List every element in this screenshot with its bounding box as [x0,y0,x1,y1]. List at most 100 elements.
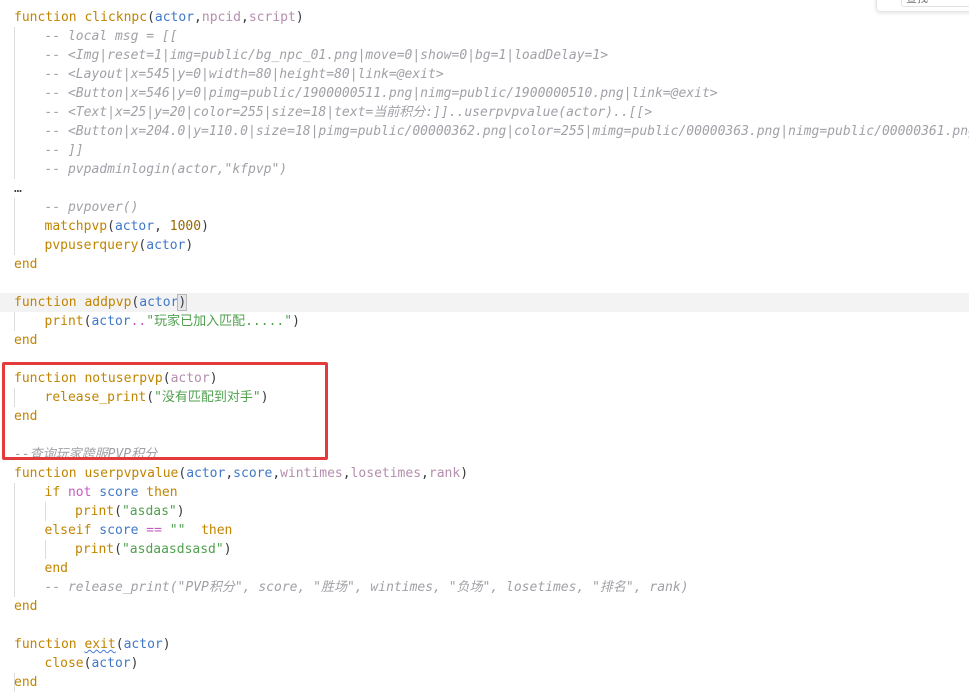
indent-guide [14,483,15,502]
code-line[interactable]: … [0,179,969,198]
token-text: , [194,10,202,25]
code-line[interactable]: matchpvp(actor, 1000) [0,217,969,236]
code-line[interactable]: end [0,597,969,616]
code-line[interactable]: function notuserpvp(actor) [0,369,969,388]
code-line[interactable]: -- ]] [0,141,969,160]
token-keyword: end [14,257,38,272]
token-function-name: release_print [44,390,147,405]
code-line[interactable]: end [0,673,969,692]
code-line[interactable]: -- local msg = [[ [0,27,969,46]
code-text: -- <Text|x=25|y=20|color=255|size=18|tex… [45,103,653,122]
code-text: -- ]] [45,141,84,160]
code-line[interactable]: release_print("没有匹配到对手") [0,388,969,407]
indent-guide [14,65,15,84]
code-line[interactable]: if not score then [0,483,969,502]
token-comment: -- <Button|x=204.0|y=110.0|size=18|pimg=… [44,124,969,139]
code-line[interactable]: pvpuserquery(actor) [0,236,969,255]
token-identifier: actor [154,10,195,25]
token-keyword: elseif [44,523,100,538]
code-line[interactable]: close(actor) [0,654,969,673]
token-text: ( [147,10,155,25]
indent-guide [14,540,15,559]
token-string: "没有匹配到对手" [154,390,261,405]
code-text: pvpuserquery(actor) [45,236,194,255]
token-identifier: actor [91,656,131,671]
code-line[interactable]: print("asdas") [0,502,969,521]
code-line[interactable]: elseif score == "" then [0,521,969,540]
token-param: script [248,10,296,25]
code-text: end [14,255,37,274]
token-string: "" [169,523,186,538]
indent-guide [14,46,15,65]
code-line[interactable]: function exit(actor) [0,635,969,654]
code-line[interactable]: -- <Layout|x=545|y=0|width=80|height=80|… [0,65,969,84]
code-line[interactable] [0,426,969,445]
code-text: print("asdas") [75,502,185,521]
token-param: losetimes [350,466,422,481]
token-function-name: clicknpc [84,10,148,25]
code-text: end [14,597,37,616]
code-line[interactable] [0,274,969,293]
token-function-name: pvpuserquery [44,238,139,253]
token-text: ) [209,371,218,386]
search-input[interactable] [901,0,969,7]
code-line[interactable]: -- <Button|x=204.0|y=110.0|size=18|pimg=… [0,122,969,141]
code-line[interactable]: -- pvpover() [0,198,969,217]
indent-guide [14,559,15,578]
code-line[interactable]: end [0,407,969,426]
code-text: --查询玩家跨服PVP积分 [14,445,157,464]
code-line[interactable]: end [0,255,969,274]
token-keyword: function [14,295,85,310]
code-line[interactable] [0,350,969,369]
code-text: print(actor.."玩家已加入匹配.....") [45,312,300,331]
token-function-name: userpvpvalue [84,466,179,481]
token-function-name: print [75,542,115,557]
indent-guide [14,236,15,255]
code-line[interactable]: --查询玩家跨服PVP积分 [0,445,969,464]
token-function-name: matchpvp [44,219,108,234]
token-text: , [241,10,249,25]
code-text: function exit(actor) [14,635,171,654]
token-text: ) [201,219,209,234]
code-line[interactable]: -- pvpadminlogin(actor,"kfpvp") [0,160,969,179]
token-identifier: actor [123,637,163,652]
token-identifier: actor [146,238,186,253]
code-line[interactable]: print("asdaasdsasd") [0,540,969,559]
token-text: , [421,466,429,481]
token-text: ) [292,314,300,329]
code-line[interactable]: -- <Img|reset=1|img=public/bg_npc_01.png… [0,46,969,65]
token-text: ) [130,656,139,671]
code-line[interactable]: -- release_print("PVP积分", score, "胜场", w… [0,578,969,597]
find-widget[interactable] [876,0,969,12]
token-text: , [225,466,234,481]
indent-guide [14,521,15,540]
token-function-name: addpvp [84,295,132,310]
code-text: elseif score == "" then [45,521,233,540]
code-text: end [14,407,37,426]
code-line[interactable]: function userpvpvalue(actor,score,wintim… [0,464,969,483]
indent-guide [14,160,15,179]
code-line[interactable]: -- <Text|x=25|y=20|color=255|size=18|tex… [0,103,969,122]
token-text: ) [162,637,171,652]
indent-guide [14,122,15,141]
token-operator: not [67,485,100,500]
code-line[interactable]: end [0,331,969,350]
code-text: -- <Button|x=204.0|y=110.0|size=18|pimg=… [45,122,969,141]
code-text: -- local msg = [[ [45,27,178,46]
token-text: , [272,466,281,481]
token-keyword: function [14,10,85,25]
indent-guide [14,388,15,407]
code-line[interactable]: function addpvp(actor) [0,293,969,312]
code-line[interactable] [0,616,969,635]
code-text: -- <Layout|x=545|y=0|width=80|height=80|… [45,65,444,84]
token-keyword: end [14,409,38,424]
code-line[interactable]: -- <Button|x=546|y=0|pimg=public/1900000… [0,84,969,103]
code-line[interactable]: print(actor.."玩家已加入匹配.....") [0,312,969,331]
code-line[interactable]: end [0,559,969,578]
code-text: -- pvpover() [45,198,139,217]
code-line[interactable]: function clicknpc(actor,npcid,script) [0,8,969,27]
code-editor[interactable]: function clicknpc(actor,npcid,script) -- … [0,0,969,697]
token-identifier: score [99,485,147,500]
code-text: function clicknpc(actor,npcid,script) [14,8,304,27]
